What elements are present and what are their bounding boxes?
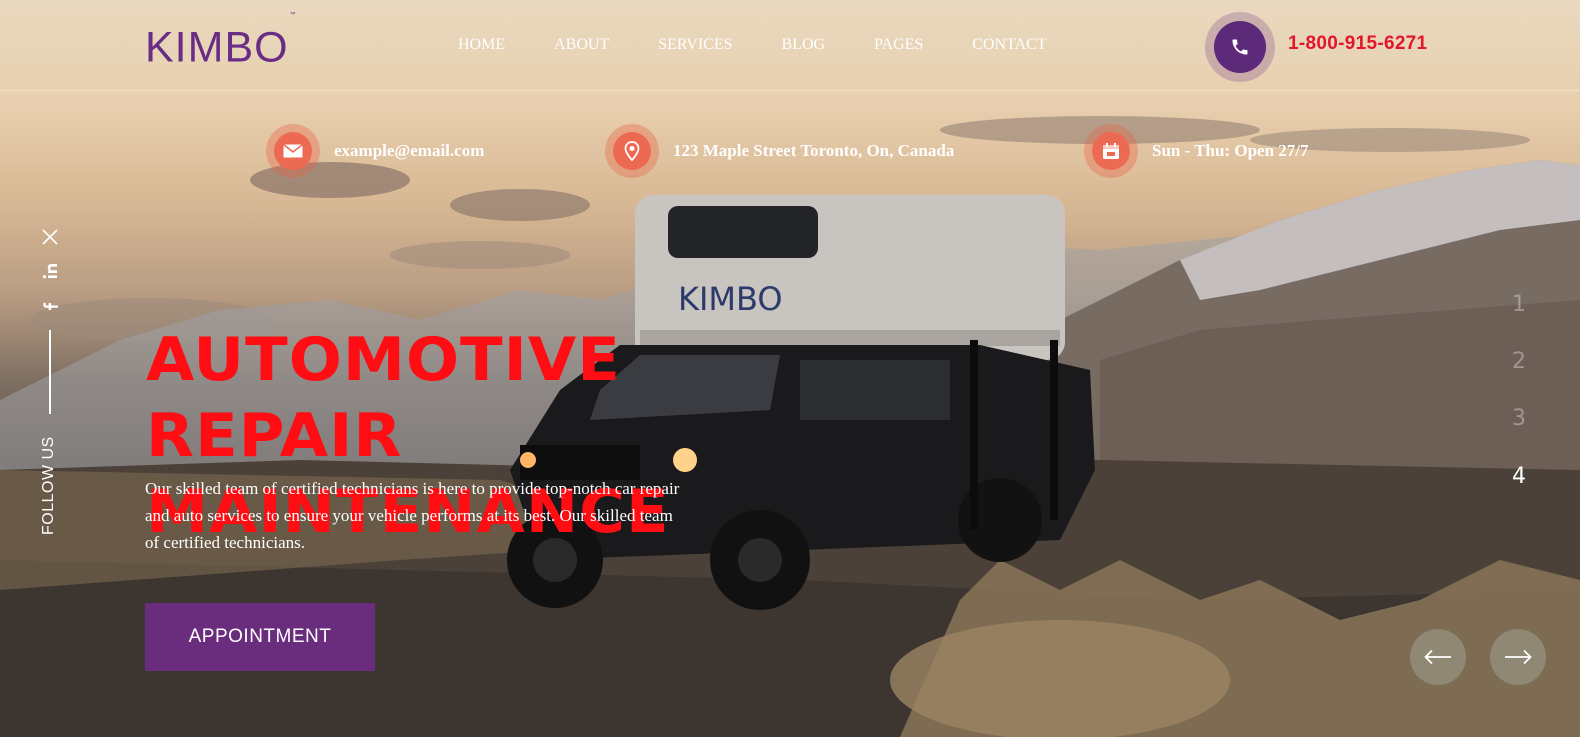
facebook-icon[interactable] xyxy=(38,296,62,318)
next-slide-button[interactable] xyxy=(1490,629,1546,685)
nav-item-contact[interactable]: CONTACT xyxy=(972,35,1046,55)
prev-slide-button[interactable] xyxy=(1410,629,1466,685)
email-icon xyxy=(266,124,320,178)
info-address: 123 Maple Street Toronto, On, Canada xyxy=(605,124,954,178)
email-text[interactable]: example@email.com xyxy=(334,141,484,161)
hours-text: Sun - Thu: Open 27/7 xyxy=(1152,141,1309,160)
location-pin-icon xyxy=(605,124,659,178)
phone-icon xyxy=(1214,21,1266,73)
nav-item-about[interactable]: ABOUT xyxy=(554,35,609,55)
main-nav: HOME ABOUT SERVICES BLOG PAGES CONTACT xyxy=(458,35,1096,55)
nav-item-pages[interactable]: PAGES xyxy=(874,35,923,55)
appointment-button[interactable]: APPOINTMENT xyxy=(145,603,375,671)
phone-call-button[interactable] xyxy=(1205,12,1275,82)
nav-item-home[interactable]: HOME xyxy=(458,35,505,55)
x-twitter-icon[interactable] xyxy=(38,226,62,248)
follow-divider xyxy=(49,330,51,414)
arrow-left-icon xyxy=(1424,649,1451,665)
slide-number-2[interactable]: 2 xyxy=(1512,349,1526,374)
slide-number-3[interactable]: 3 xyxy=(1512,406,1526,431)
truck-brand-text: KIMBO xyxy=(678,280,783,318)
slide-number-4[interactable]: 4 xyxy=(1512,464,1526,489)
hero-description: Our skilled team of certified technician… xyxy=(145,479,680,552)
headline-line-1: AUTOMOTIVE REPAIR xyxy=(146,325,621,471)
site-header: KIMBO™ HOME ABOUT SERVICES BLOG PAGES CO… xyxy=(0,0,1580,91)
nav-item-services[interactable]: SERVICES xyxy=(658,35,732,55)
info-hours: Sun - Thu: Open 27/7 xyxy=(1084,124,1309,178)
nav-item-blog[interactable]: BLOG xyxy=(782,35,826,55)
follow-us-label: FOLLOW US xyxy=(40,436,57,535)
kimbo-logo[interactable]: KIMBO™ xyxy=(145,12,297,72)
logo-text: KIMBO xyxy=(145,23,289,72)
phone-number[interactable]: 1-800-915-6271 xyxy=(1288,33,1427,55)
info-email: example@email.com xyxy=(266,124,484,178)
slide-number-1[interactable]: 1 xyxy=(1512,292,1526,317)
arrow-right-icon xyxy=(1505,649,1532,665)
address-text: 123 Maple Street Toronto, On, Canada xyxy=(673,141,955,160)
linkedin-icon[interactable] xyxy=(38,260,62,282)
calendar-icon xyxy=(1084,124,1138,178)
trademark-mark: ™ xyxy=(289,12,297,18)
